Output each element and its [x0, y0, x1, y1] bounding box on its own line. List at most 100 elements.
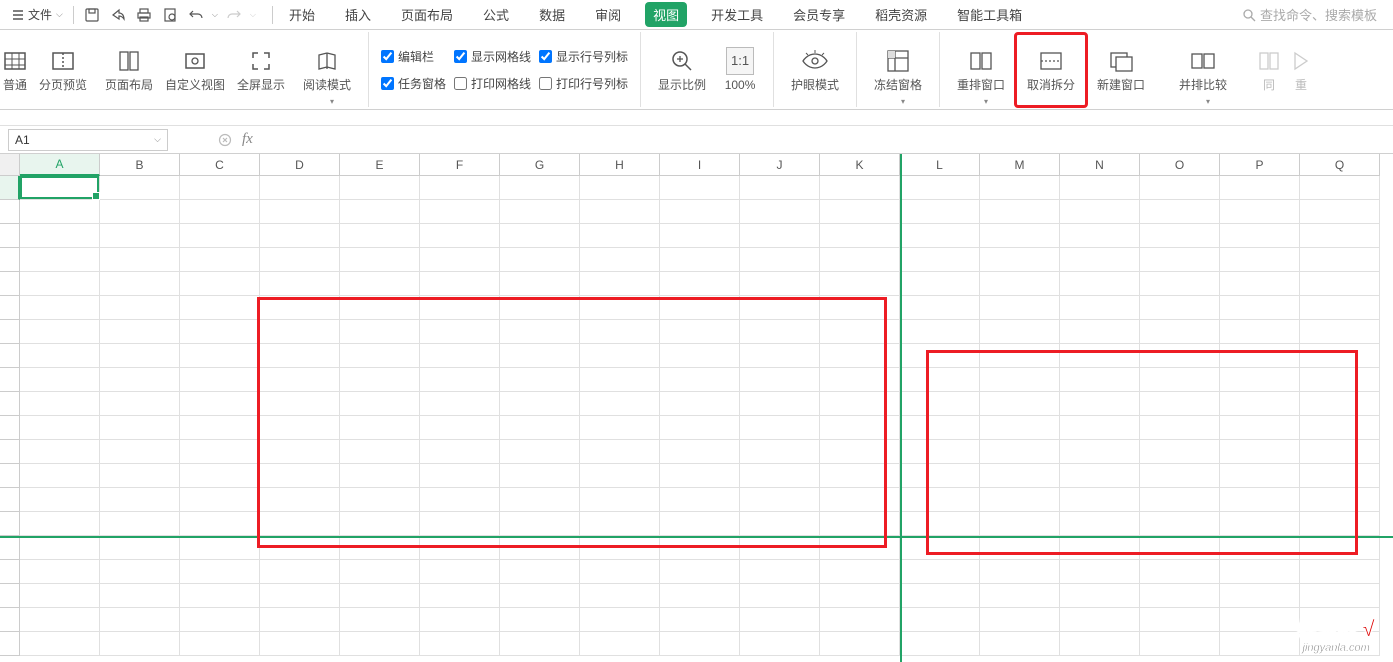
cell[interactable] — [20, 368, 100, 392]
cell[interactable] — [1060, 392, 1140, 416]
cell[interactable] — [580, 584, 660, 608]
cell[interactable] — [660, 392, 740, 416]
cell[interactable] — [660, 224, 740, 248]
cell[interactable] — [20, 272, 100, 296]
cell[interactable] — [980, 176, 1060, 200]
cell[interactable] — [180, 392, 260, 416]
tab-insert[interactable]: 插入 — [339, 1, 377, 28]
cell[interactable] — [180, 584, 260, 608]
column-header[interactable]: N — [1060, 154, 1140, 176]
column-header[interactable]: K — [820, 154, 900, 176]
cell[interactable] — [740, 584, 820, 608]
cell[interactable] — [820, 176, 900, 200]
cell[interactable] — [20, 320, 100, 344]
cell[interactable] — [100, 416, 180, 440]
cell[interactable] — [500, 224, 580, 248]
cell[interactable] — [1060, 272, 1140, 296]
chk-edit-bar[interactable]: 编辑栏 — [381, 48, 446, 65]
cell[interactable] — [420, 176, 500, 200]
cell[interactable] — [1060, 176, 1140, 200]
cell[interactable] — [1140, 440, 1220, 464]
cell[interactable] — [980, 584, 1060, 608]
cell[interactable] — [420, 320, 500, 344]
cell[interactable] — [180, 464, 260, 488]
cell[interactable] — [980, 608, 1060, 632]
cell[interactable] — [740, 536, 820, 560]
cell[interactable] — [500, 440, 580, 464]
cell[interactable] — [100, 368, 180, 392]
column-header[interactable]: B — [100, 154, 180, 176]
cell[interactable] — [1300, 416, 1380, 440]
cell[interactable] — [500, 248, 580, 272]
cell[interactable] — [260, 416, 340, 440]
cell[interactable] — [1140, 608, 1220, 632]
cell[interactable] — [900, 632, 980, 656]
cell[interactable] — [340, 584, 420, 608]
cell[interactable] — [1060, 344, 1140, 368]
cell[interactable] — [180, 296, 260, 320]
cell[interactable] — [340, 392, 420, 416]
cell[interactable] — [340, 560, 420, 584]
cell[interactable] — [580, 176, 660, 200]
cell[interactable] — [660, 488, 740, 512]
cell[interactable] — [420, 200, 500, 224]
cell[interactable] — [340, 344, 420, 368]
cell[interactable] — [980, 632, 1060, 656]
cell[interactable] — [820, 440, 900, 464]
cell[interactable] — [100, 584, 180, 608]
cell[interactable] — [340, 512, 420, 536]
cell[interactable] — [1220, 608, 1300, 632]
cell[interactable] — [580, 368, 660, 392]
column-header[interactable]: A — [20, 154, 100, 176]
chk-show-gridlines[interactable]: 显示网格线 — [454, 48, 531, 65]
cell[interactable] — [180, 176, 260, 200]
cell[interactable] — [740, 248, 820, 272]
redo-dropdown[interactable]: ⌵ — [250, 10, 256, 20]
cell[interactable] — [740, 392, 820, 416]
zoom-100-button[interactable]: 1:1 100% — [715, 32, 765, 108]
cell[interactable] — [1140, 200, 1220, 224]
cell[interactable] — [1060, 416, 1140, 440]
cell[interactable] — [980, 416, 1060, 440]
cell[interactable] — [1300, 584, 1380, 608]
cell[interactable] — [260, 272, 340, 296]
column-header[interactable]: F — [420, 154, 500, 176]
cell[interactable] — [1140, 560, 1220, 584]
cell[interactable] — [980, 536, 1060, 560]
cell[interactable] — [420, 440, 500, 464]
print-icon[interactable] — [134, 5, 154, 25]
row-header[interactable] — [0, 464, 20, 488]
cell[interactable] — [1300, 512, 1380, 536]
cell[interactable] — [1220, 320, 1300, 344]
cell[interactable] — [900, 320, 980, 344]
row-header[interactable] — [0, 416, 20, 440]
side-by-side-button[interactable]: 并排比较 — [1170, 32, 1236, 108]
cell[interactable] — [820, 608, 900, 632]
cell[interactable] — [1060, 512, 1140, 536]
column-header[interactable]: G — [500, 154, 580, 176]
select-all-corner[interactable] — [0, 154, 20, 176]
cell[interactable] — [980, 560, 1060, 584]
cell[interactable] — [580, 608, 660, 632]
cell[interactable] — [1140, 272, 1220, 296]
normal-view-button[interactable]: 普通 — [0, 32, 30, 108]
cell[interactable] — [340, 488, 420, 512]
cell[interactable] — [980, 440, 1060, 464]
cell[interactable] — [900, 392, 980, 416]
cell[interactable] — [420, 368, 500, 392]
freeze-panes-button[interactable]: 冻结窗格 — [865, 32, 931, 108]
cell[interactable] — [340, 296, 420, 320]
cell[interactable] — [260, 440, 340, 464]
cell[interactable] — [980, 344, 1060, 368]
cell[interactable] — [180, 224, 260, 248]
cell[interactable] — [820, 296, 900, 320]
column-header[interactable]: D — [260, 154, 340, 176]
cell[interactable] — [900, 416, 980, 440]
cell[interactable] — [740, 488, 820, 512]
file-menu[interactable]: 文件 ⌵ — [4, 4, 71, 25]
cell[interactable] — [980, 224, 1060, 248]
cell[interactable] — [20, 392, 100, 416]
cell[interactable] — [1220, 536, 1300, 560]
cell[interactable] — [100, 632, 180, 656]
cell[interactable] — [500, 584, 580, 608]
